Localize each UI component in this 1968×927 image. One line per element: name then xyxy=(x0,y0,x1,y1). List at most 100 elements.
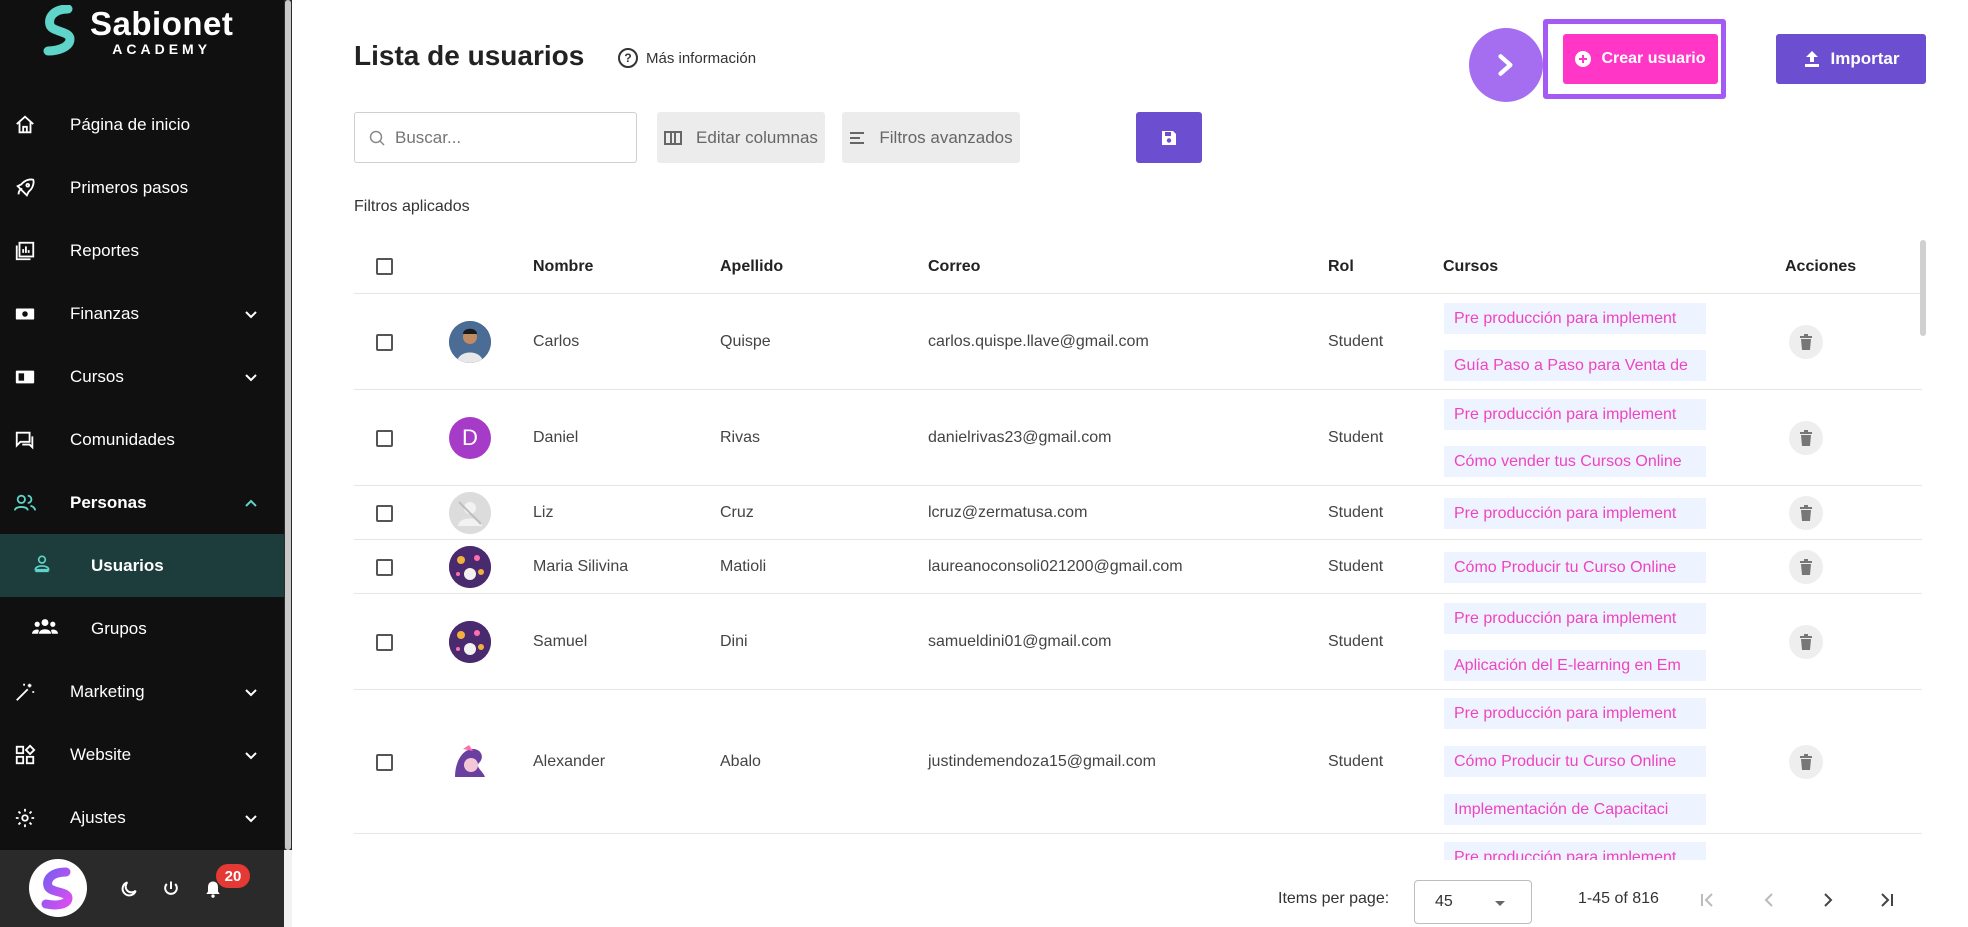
course-chip[interactable]: Pre producción para implement xyxy=(1444,842,1706,860)
page-range: 1-45 of 816 xyxy=(1578,890,1659,907)
row-checkbox[interactable] xyxy=(376,754,393,771)
last-page-button[interactable] xyxy=(1874,888,1898,912)
account-avatar[interactable] xyxy=(29,859,87,917)
select-all-checkbox[interactable] xyxy=(376,258,393,275)
cell-apellido: Dini xyxy=(720,633,748,650)
row-checkbox[interactable] xyxy=(376,634,393,651)
sidebar-item-finanzas[interactable]: Finanzas xyxy=(0,282,284,345)
table-row[interactable]: Samuel Dini samueldini01@gmail.com Stude… xyxy=(354,594,1922,690)
sidebar-item-label: Primeros pasos xyxy=(70,177,189,197)
delete-user-button[interactable] xyxy=(1789,496,1823,530)
sidebar-item-reportes[interactable]: Reportes xyxy=(0,219,284,282)
cell-correo: samueldini01@gmail.com xyxy=(928,633,1112,650)
avatar xyxy=(449,492,491,534)
save-view-button[interactable] xyxy=(1136,112,1202,163)
row-checkbox[interactable] xyxy=(376,505,393,522)
row-checkbox[interactable] xyxy=(376,559,393,576)
cell-correo: carlos.quispe.llave@gmail.com xyxy=(928,333,1149,350)
save-icon xyxy=(1162,130,1176,145)
delete-user-button[interactable] xyxy=(1789,325,1823,359)
column-header-nombre[interactable]: Nombre xyxy=(533,258,593,276)
delete-user-button[interactable] xyxy=(1789,421,1823,455)
items-per-page-select[interactable]: 45 xyxy=(1414,880,1532,924)
sidebar-item-label: Comunidades xyxy=(70,429,175,449)
chevron-down-icon[interactable] xyxy=(244,748,258,762)
sidebar-item-ajustes[interactable]: Ajustes xyxy=(0,786,284,849)
sidebar-item-label: Personas xyxy=(70,492,147,512)
import-label: Importar xyxy=(1830,49,1900,68)
sidebar-item-cursos[interactable]: Cursos xyxy=(0,345,284,408)
plus-circle-icon xyxy=(1575,51,1592,67)
next-page-button[interactable] xyxy=(1816,888,1840,912)
search-input[interactable] xyxy=(395,127,615,148)
chevron-down-icon[interactable] xyxy=(244,811,258,825)
help-icon: ? xyxy=(618,48,638,68)
more-info-link[interactable]: ? Más información xyxy=(618,48,756,68)
trash-icon xyxy=(1800,430,1812,446)
course-chip[interactable]: Pre producción para implement xyxy=(1444,603,1706,634)
sidebar-subitem-grupos[interactable]: Grupos xyxy=(0,597,284,660)
course-chip[interactable]: Pre producción para implement xyxy=(1444,498,1706,529)
dark-mode-icon[interactable] xyxy=(118,878,140,900)
brand-logo[interactable]: Sabionet ACADEMY xyxy=(40,0,233,62)
course-chip[interactable]: Cómo Producir tu Curso Online xyxy=(1444,552,1706,583)
sidebar-scrollbar-thumb[interactable] xyxy=(285,0,291,850)
magic-wand-icon xyxy=(12,679,38,705)
table-scrollbar[interactable] xyxy=(1920,240,1928,860)
previous-page-button[interactable] xyxy=(1757,888,1781,912)
edit-columns-button[interactable]: Editar columnas xyxy=(657,112,825,163)
advanced-filters-button[interactable]: Filtros avanzados xyxy=(842,112,1020,163)
course-chip[interactable]: Cómo vender tus Cursos Online xyxy=(1444,446,1706,477)
power-icon[interactable] xyxy=(160,878,182,900)
import-button[interactable]: Importar xyxy=(1776,34,1926,84)
sidebar-item-primeros-pasos[interactable]: Primeros pasos xyxy=(0,156,284,219)
cell-correo: justindemendoza15@gmail.com xyxy=(928,753,1156,770)
course-chip[interactable]: Pre producción para implement xyxy=(1444,303,1706,334)
sidebar-item-comunidades[interactable]: Comunidades xyxy=(0,408,284,471)
cell-rol: Student xyxy=(1328,753,1384,770)
create-user-button[interactable]: Crear usuario xyxy=(1563,34,1718,84)
column-header-apellido[interactable]: Apellido xyxy=(720,258,783,276)
first-page-button[interactable] xyxy=(1696,888,1720,912)
row-checkbox[interactable] xyxy=(376,334,393,351)
course-chip[interactable]: Pre producción para implement xyxy=(1444,698,1706,729)
notification-badge: 20 xyxy=(216,864,250,888)
chevron-down-icon[interactable] xyxy=(244,307,258,321)
column-header-rol[interactable]: Rol xyxy=(1328,258,1354,276)
table-row[interactable]: Maria Silivina Matioli laureanoconsoli02… xyxy=(354,540,1922,594)
course-chip[interactable]: Cómo Producir tu Curso Online xyxy=(1444,746,1706,777)
dropdown-caret-icon xyxy=(1495,901,1505,906)
table-scrollbar-thumb[interactable] xyxy=(1920,240,1926,336)
row-checkbox[interactable] xyxy=(376,430,393,447)
sidebar-item-website[interactable]: Website xyxy=(0,723,284,786)
table-row[interactable]: D Daniel Rivas danielrivas23@gmail.com S… xyxy=(354,390,1922,486)
chevron-up-icon[interactable] xyxy=(244,496,258,510)
sidebar-subitem-usuarios[interactable]: Usuarios xyxy=(0,534,284,597)
sidebar-item-inicio[interactable]: Página de inicio xyxy=(0,93,284,156)
sidebar-item-marketing[interactable]: Marketing xyxy=(0,660,284,723)
sidebar-item-label: Cursos xyxy=(70,366,124,386)
column-header-correo[interactable]: Correo xyxy=(928,258,980,276)
delete-user-button[interactable] xyxy=(1789,550,1823,584)
brand-title: Sabionet xyxy=(90,4,234,42)
sidebar-item-personas[interactable]: Personas xyxy=(0,471,284,534)
course-chip[interactable]: Pre producción para implement xyxy=(1444,399,1706,430)
course-chip[interactable]: Implementación de Capacitaci xyxy=(1444,794,1706,825)
sidebar-item-label: Marketing xyxy=(70,681,145,701)
group-icon xyxy=(32,616,58,641)
chevron-down-icon[interactable] xyxy=(244,370,258,384)
delete-user-button[interactable] xyxy=(1789,625,1823,659)
chevron-down-icon[interactable] xyxy=(244,685,258,699)
table-row[interactable]: Pre producción para implement xyxy=(354,834,1922,860)
search-box[interactable] xyxy=(354,112,637,163)
cell-rol: Student xyxy=(1328,558,1384,575)
course-chip[interactable]: Aplicación del E-learning en Em xyxy=(1444,650,1706,681)
table-row[interactable]: Carlos Quispe carlos.quispe.llave@gmail.… xyxy=(354,294,1922,390)
avatar xyxy=(449,621,491,663)
sidebar-scrollbar[interactable] xyxy=(284,0,292,850)
sidebar-item-label: Website xyxy=(70,744,132,764)
table-row[interactable]: Liz Cruz lcruz@zermatusa.com Student Pre… xyxy=(354,486,1922,540)
delete-user-button[interactable] xyxy=(1789,745,1823,779)
table-row[interactable]: Alexander Abalo justindemendoza15@gmail.… xyxy=(354,690,1922,834)
course-chip[interactable]: Guía Paso a Paso para Venta de xyxy=(1444,350,1706,381)
